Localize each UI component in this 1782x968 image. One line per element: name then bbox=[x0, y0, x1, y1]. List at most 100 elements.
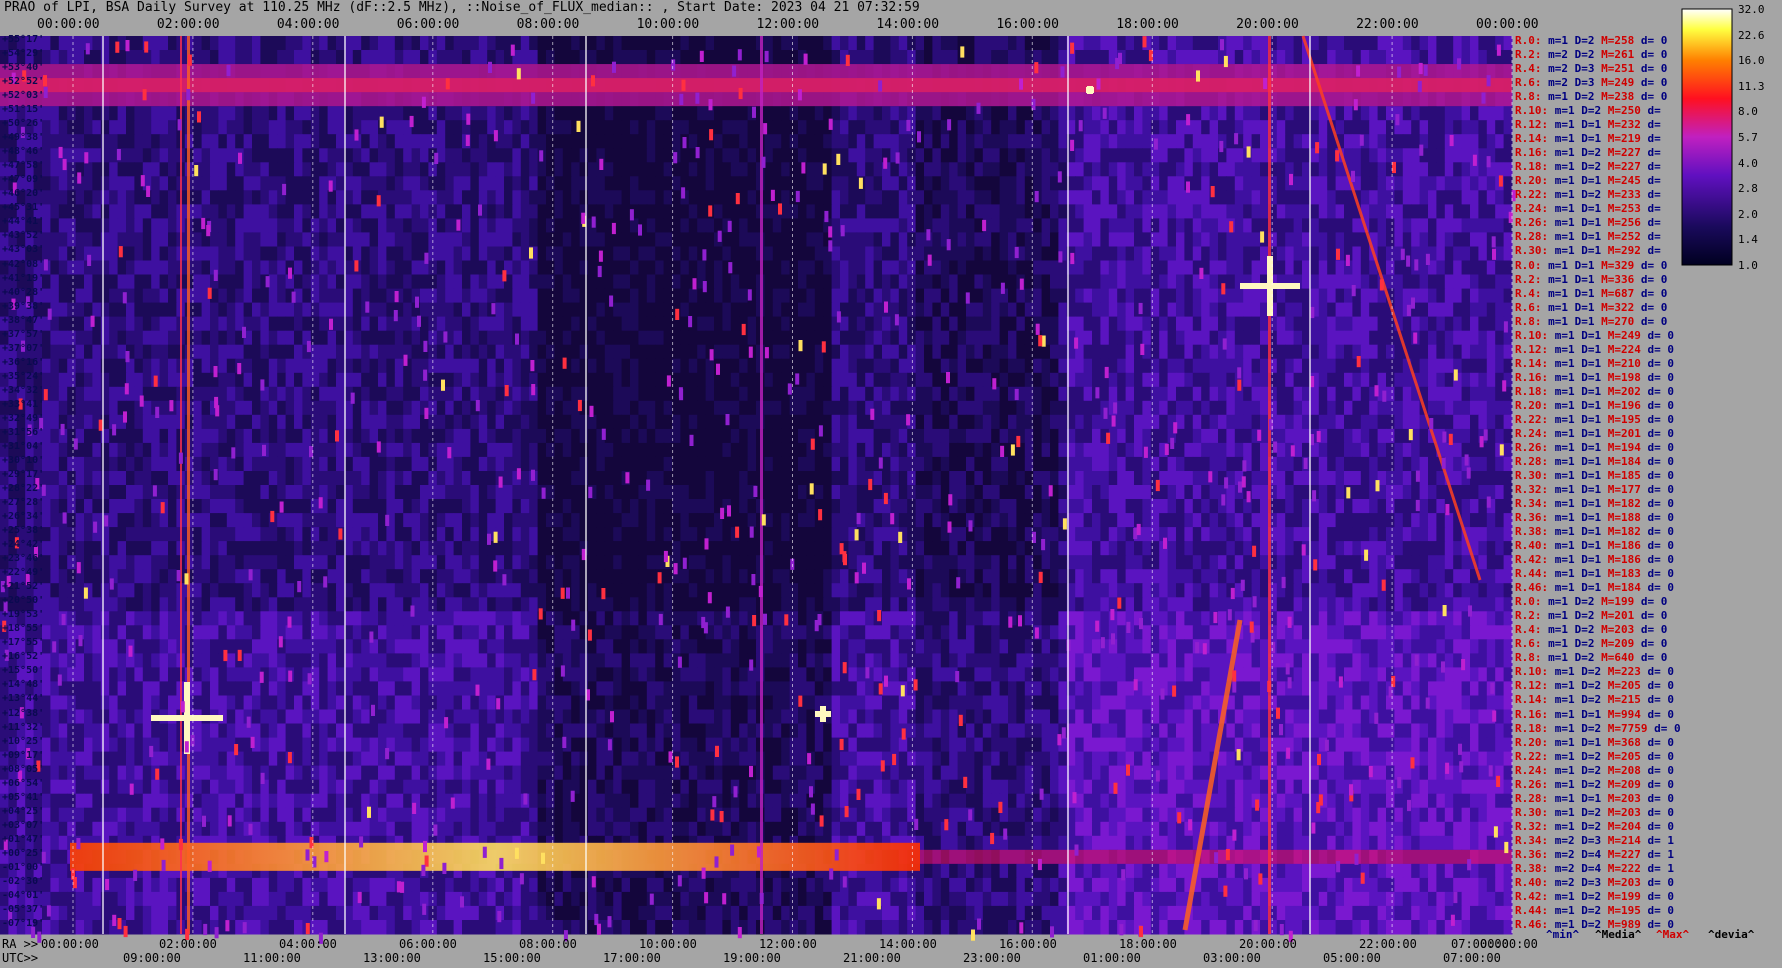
heatmap-cell bbox=[403, 204, 413, 219]
heatmap-cell bbox=[453, 204, 463, 219]
heatmap-cell bbox=[470, 190, 480, 205]
heatmap-cell bbox=[1159, 134, 1169, 149]
heatmap-cell bbox=[630, 148, 639, 163]
heatmap-cell bbox=[1008, 176, 1017, 191]
heatmap-cell bbox=[1117, 386, 1127, 402]
heatmap-cell bbox=[949, 414, 959, 430]
heatmap-cell bbox=[1318, 176, 1328, 191]
heatmap-cell bbox=[562, 260, 572, 275]
heatmap-cell bbox=[252, 162, 261, 177]
heatmap-cell bbox=[159, 148, 169, 163]
heatmap-cell bbox=[739, 288, 749, 304]
heatmap-cell bbox=[268, 50, 278, 65]
heatmap-cell bbox=[999, 344, 1009, 360]
heatmap-cell bbox=[663, 302, 673, 318]
heatmap-cell bbox=[369, 358, 379, 374]
heatmap-cell bbox=[1058, 386, 1068, 402]
heatmap-cell bbox=[579, 162, 589, 177]
heatmap-cell bbox=[319, 414, 329, 430]
heatmap-cell bbox=[781, 120, 791, 135]
heatmap-cell bbox=[1428, 162, 1437, 177]
heatmap-cell bbox=[1503, 358, 1513, 374]
heatmap-cell bbox=[453, 232, 463, 247]
heatmap-cell bbox=[882, 316, 891, 332]
heatmap-cell bbox=[134, 232, 144, 247]
heatmap-cell bbox=[546, 218, 555, 233]
heatmap-cell bbox=[856, 414, 866, 430]
heatmap-cell bbox=[1369, 134, 1379, 149]
heatmap-cell bbox=[882, 232, 891, 247]
heatmap-cell bbox=[697, 218, 707, 233]
heatmap-cell bbox=[764, 400, 774, 416]
heatmap-cell bbox=[319, 232, 329, 247]
heatmap-cell bbox=[966, 162, 975, 177]
heatmap-cell bbox=[932, 358, 942, 374]
heatmap-cell bbox=[974, 386, 984, 402]
heatmap-cell bbox=[772, 36, 782, 51]
heatmap-cell bbox=[1184, 386, 1194, 402]
heatmap-cell bbox=[982, 372, 992, 388]
heatmap-cell bbox=[646, 134, 656, 149]
heatmap-cell bbox=[1016, 162, 1026, 177]
heatmap-cell bbox=[352, 162, 362, 177]
heatmap-cell bbox=[1377, 106, 1387, 121]
heatmap-cell bbox=[940, 148, 950, 163]
heatmap-cell bbox=[201, 330, 211, 346]
heatmap-cell bbox=[1234, 288, 1244, 304]
heatmap-cell bbox=[235, 246, 245, 261]
heatmap-cell bbox=[1234, 120, 1244, 135]
heatmap-cell bbox=[1218, 246, 1227, 261]
heatmap-cell bbox=[302, 176, 312, 191]
heatmap-cell bbox=[579, 344, 589, 360]
heatmap-cell bbox=[949, 50, 959, 65]
heatmap-cell bbox=[1050, 386, 1059, 402]
heatmap-cell bbox=[1478, 330, 1488, 346]
heatmap-cell bbox=[168, 302, 177, 318]
heatmap-cell bbox=[1192, 36, 1202, 51]
heatmap-cell bbox=[1419, 120, 1429, 135]
heatmap-cell bbox=[1293, 302, 1303, 318]
heatmap-cell bbox=[646, 246, 656, 261]
heatmap-cell bbox=[445, 134, 455, 149]
heatmap-cell bbox=[840, 148, 849, 163]
heatmap-cell bbox=[588, 386, 597, 402]
heatmap-cell bbox=[142, 400, 152, 416]
heatmap-cell bbox=[268, 134, 278, 149]
heatmap-cell bbox=[1478, 176, 1488, 191]
heatmap-cell bbox=[294, 176, 303, 191]
heatmap-cell bbox=[1008, 260, 1017, 275]
heatmap-cell bbox=[319, 386, 329, 402]
heatmap-cell bbox=[621, 288, 631, 304]
heatmap-cell bbox=[848, 204, 858, 219]
heatmap-cell bbox=[529, 414, 539, 430]
heatmap-cell bbox=[411, 344, 421, 360]
heatmap-cell bbox=[1461, 316, 1471, 332]
heatmap-cell bbox=[1386, 232, 1395, 247]
heatmap-cell bbox=[1117, 288, 1127, 304]
heatmap-cell bbox=[361, 176, 371, 191]
heatmap-cell bbox=[1293, 204, 1303, 219]
heatmap-cell bbox=[1293, 36, 1303, 51]
heatmap-cell bbox=[378, 358, 387, 374]
heatmap-cell bbox=[966, 316, 975, 332]
heatmap-cell bbox=[688, 162, 698, 177]
heatmap-cell bbox=[386, 372, 396, 388]
heatmap-cell bbox=[512, 148, 522, 163]
heatmap-cell bbox=[310, 190, 320, 205]
heatmap-cell bbox=[319, 316, 329, 332]
heatmap-cell bbox=[655, 176, 665, 191]
heatmap-cell bbox=[134, 162, 144, 177]
heatmap-cell bbox=[1142, 176, 1152, 191]
heatmap-cell bbox=[764, 106, 774, 121]
heatmap-cell bbox=[1251, 134, 1261, 149]
heatmap-cell bbox=[142, 204, 152, 219]
heatmap-cell bbox=[1310, 274, 1320, 289]
heatmap-cell bbox=[109, 386, 119, 402]
heatmap-cell bbox=[1117, 232, 1127, 247]
heatmap-cell bbox=[1327, 316, 1337, 332]
heatmap-cell bbox=[327, 134, 337, 149]
heatmap-cell bbox=[75, 302, 85, 318]
heatmap-cell bbox=[940, 190, 950, 205]
heatmap-cell bbox=[50, 134, 60, 149]
heatmap-cell bbox=[1436, 106, 1446, 121]
